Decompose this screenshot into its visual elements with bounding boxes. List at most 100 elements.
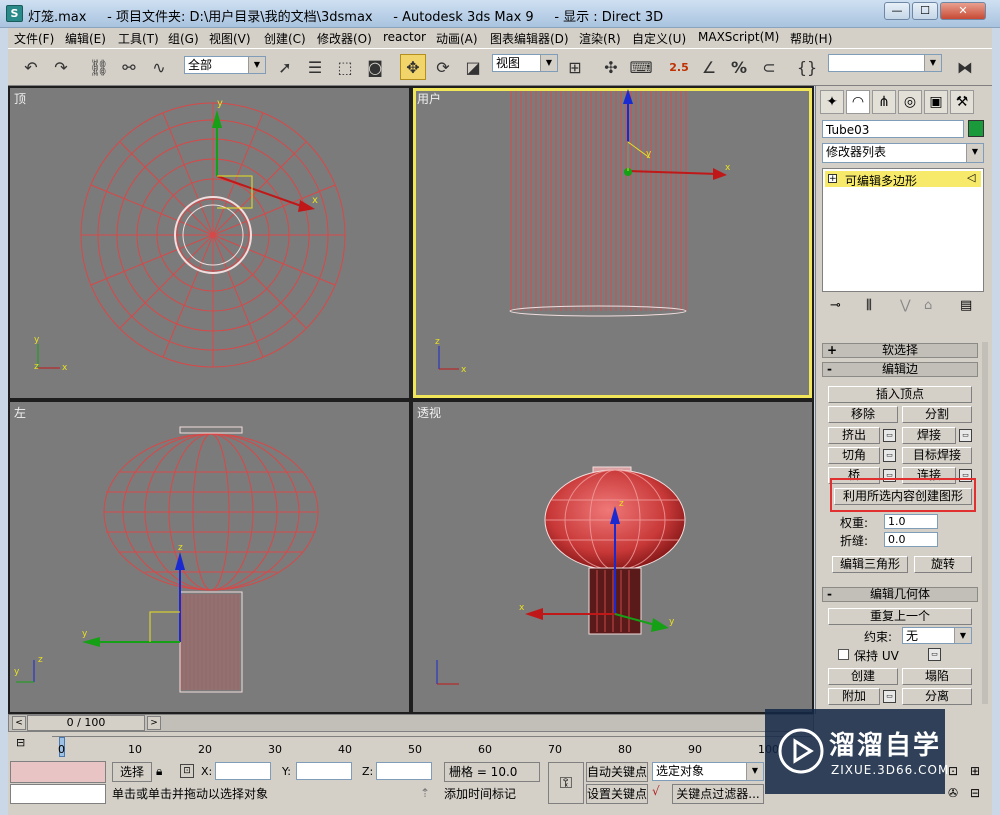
edit-triangulation-button[interactable]: 编辑三角形 — [832, 556, 908, 573]
attach-settings-button[interactable]: ▭ — [883, 690, 896, 703]
stack-item-editable-poly[interactable]: + 可编辑多边形 ◁ — [825, 171, 981, 188]
maximize-viewport-icon[interactable]: ⊟ — [970, 786, 980, 800]
key-filters-button[interactable]: 关键点过滤器... — [672, 784, 764, 804]
utilities-icon[interactable]: ⚒ — [950, 90, 974, 114]
keyboard-shortcut-icon[interactable]: ⌨ — [628, 54, 654, 80]
preserve-uvs-checkbox[interactable] — [838, 649, 849, 660]
set-key-icon[interactable]: ⚿ — [548, 762, 584, 804]
select-rotate-icon[interactable]: ⟳ — [430, 54, 456, 80]
zoom-extents-icon[interactable]: ⊞ — [970, 764, 980, 778]
default-in-out-tangent-icon[interactable]: √ — [652, 784, 670, 804]
percent-snap-icon[interactable]: % — [726, 54, 752, 80]
weight-spinner[interactable]: 1.0 — [884, 514, 938, 529]
rectangular-region-icon[interactable]: ⬚ — [332, 54, 358, 80]
window-crossing-icon[interactable]: ◙ — [362, 54, 388, 80]
weld-settings-button[interactable]: ▭ — [959, 429, 972, 442]
repeat-last-button[interactable]: 重复上一个 — [828, 608, 972, 625]
create-icon[interactable]: ✦ — [820, 90, 844, 114]
select-link-icon[interactable]: ⛓ — [86, 54, 112, 80]
unlink-icon[interactable]: ⚯ — [116, 54, 142, 80]
next-frame-icon[interactable]: > — [147, 716, 161, 730]
zoom-region-icon[interactable]: ⊡ — [948, 764, 958, 778]
key-filter-dropdown[interactable]: 选定对象 ▼ — [652, 762, 764, 781]
x-coord-input[interactable] — [215, 762, 271, 780]
add-time-tag-button[interactable]: 添加时间标记 — [444, 786, 544, 804]
z-coord-input[interactable] — [376, 762, 432, 780]
frame-ruler[interactable]: 0 10 20 30 40 50 60 70 80 90 100 — [52, 736, 812, 758]
show-end-result-icon[interactable]: ⫼ — [866, 298, 872, 313]
spinner-snap-icon[interactable]: ⊂ — [756, 54, 782, 80]
object-color-swatch[interactable] — [968, 120, 984, 137]
menu-modifiers[interactable]: 修改器(O) — [317, 30, 372, 47]
remove-button[interactable]: 移除 — [828, 406, 898, 423]
split-button[interactable]: 分割 — [902, 406, 972, 423]
selection-filter-dropdown[interactable]: 全部 ▼ — [184, 56, 266, 74]
reference-coordinate-dropdown[interactable]: 视图 ▼ — [492, 54, 558, 72]
light-bulb-icon[interactable]: ◁ — [967, 171, 975, 184]
viewport-user[interactable]: 用户 z x y x — [413, 88, 812, 398]
turn-button[interactable]: 旋转 — [914, 556, 972, 573]
collapse-button[interactable]: 塌陷 — [902, 668, 972, 685]
named-selection-icon[interactable]: {} — [794, 54, 820, 80]
chamfer-button[interactable]: 切角 — [828, 447, 880, 464]
create-button[interactable]: 创建 — [828, 668, 898, 685]
viewport-left[interactable]: 左 z y z y — [10, 402, 409, 712]
menu-create[interactable]: 创建(C) — [264, 30, 306, 47]
menu-customize[interactable]: 自定义(U) — [632, 30, 686, 47]
remove-modifier-icon[interactable]: ⌂ — [924, 298, 932, 313]
panel-scrollbar[interactable] — [982, 342, 988, 704]
hierarchy-icon[interactable]: ⋔ — [872, 90, 896, 114]
select-move-icon[interactable]: ✥ — [400, 54, 426, 80]
make-unique-icon[interactable]: ⋁ — [900, 298, 911, 313]
time-slider[interactable]: < 0 / 100 > — [8, 714, 814, 732]
maxscript-input[interactable] — [10, 784, 106, 804]
modify-icon[interactable]: ◠ — [846, 90, 870, 114]
close-button[interactable]: ✕ — [940, 2, 986, 20]
menu-edit[interactable]: 编辑(E) — [65, 30, 106, 47]
motion-icon[interactable]: ◎ — [898, 90, 922, 114]
undo-icon[interactable]: ↶ — [18, 54, 44, 80]
modifier-list-dropdown[interactable]: 修改器列表 ▼ — [822, 143, 984, 163]
lock-selection-icon[interactable]: 🔒︎ — [156, 764, 162, 779]
menu-animation[interactable]: 动画(A) — [436, 30, 478, 47]
rollout-edit-edges[interactable]: - 编辑边 — [822, 362, 978, 377]
minimize-button[interactable]: — — [884, 2, 910, 20]
3ds-max-icon[interactable]: S — [6, 5, 23, 22]
preserve-uvs-settings-button[interactable]: ▭ — [928, 648, 941, 661]
viewport-top[interactable]: 顶 y x y z x — [10, 88, 409, 398]
menu-graph-editors[interactable]: 图表编辑器(D) — [490, 30, 569, 47]
select-object-icon[interactable]: ➚ — [272, 54, 298, 80]
set-key-button[interactable]: 设置关键点 — [586, 784, 648, 804]
track-bar-icon[interactable]: ⊟ — [16, 736, 44, 756]
auto-key-button[interactable]: 自动关键点 — [586, 762, 648, 782]
detach-button[interactable]: 分离 — [902, 688, 972, 705]
y-coord-input[interactable] — [296, 762, 352, 780]
redo-icon[interactable]: ↷ — [48, 54, 74, 80]
pivot-icon[interactable]: ⊞ — [562, 54, 588, 80]
menu-rendering[interactable]: 渲染(R) — [579, 30, 621, 47]
menu-group[interactable]: 组(G) — [168, 30, 199, 47]
select-by-name-icon[interactable]: ☰ — [302, 54, 328, 80]
bind-space-warp-icon[interactable]: ∿ — [146, 54, 172, 80]
constraint-dropdown[interactable]: 无 ▼ — [902, 627, 972, 644]
target-weld-button[interactable]: 目标焊接 — [902, 447, 972, 464]
menu-help[interactable]: 帮助(H) — [790, 30, 832, 47]
named-selection-dropdown[interactable]: ▼ — [828, 54, 942, 72]
frame-readout[interactable]: 0 / 100 — [27, 715, 145, 731]
select-scale-icon[interactable]: ◪ — [460, 54, 486, 80]
rollout-soft-selection[interactable]: + 软选择 — [822, 343, 978, 358]
menu-file[interactable]: 文件(F) — [14, 30, 54, 47]
viewport-perspective[interactable]: 透视 x y z — [413, 402, 812, 712]
create-shape-from-selection-button[interactable]: 利用所选内容创建图形 — [834, 488, 972, 505]
angle-snap-icon[interactable]: ∠ — [696, 54, 722, 80]
maximize-button[interactable]: ☐ — [912, 2, 938, 20]
menu-tools[interactable]: 工具(T) — [118, 30, 159, 47]
manipulate-icon[interactable]: ✣ — [598, 54, 624, 80]
maxscript-listener-mini[interactable] — [10, 761, 106, 783]
menu-maxscript[interactable]: MAXScript(M) — [698, 30, 779, 44]
chamfer-settings-button[interactable]: ▭ — [883, 449, 896, 462]
mirror-icon[interactable]: ⧓ — [952, 54, 978, 80]
insert-vertex-button[interactable]: 插入顶点 — [828, 386, 972, 403]
rollout-edit-geometry[interactable]: - 编辑几何体 — [822, 587, 978, 602]
pin-stack-icon[interactable]: ⊸ — [830, 298, 841, 313]
